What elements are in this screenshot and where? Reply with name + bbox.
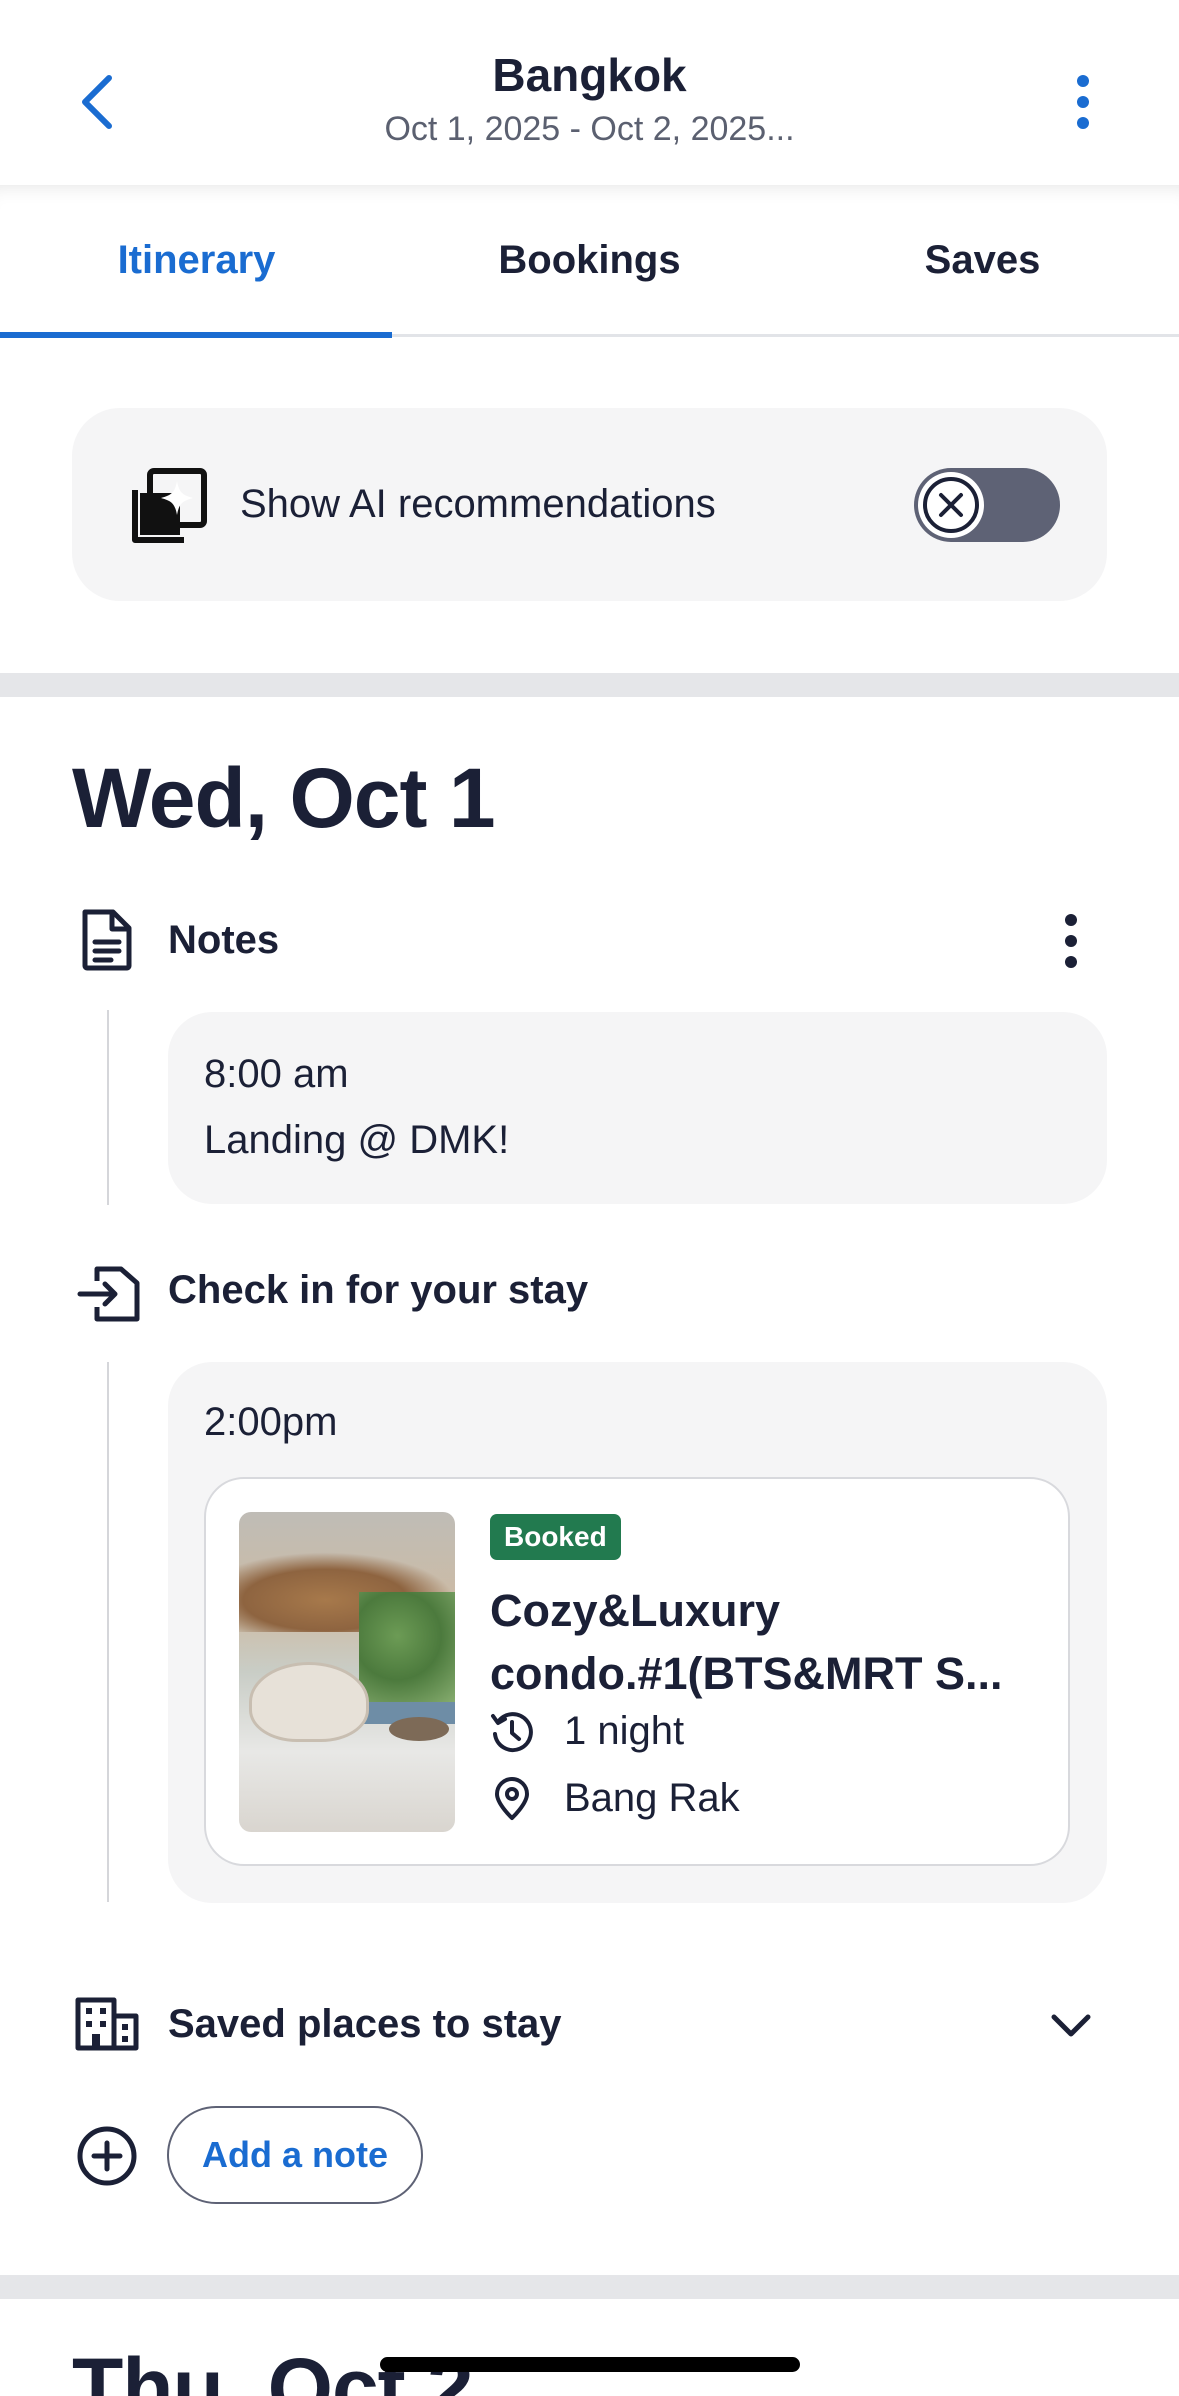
top-nav-bar: Bangkok Oct 1, 2025 - Oct 2, 2025... bbox=[0, 0, 1179, 185]
stay-location: Bang Rak bbox=[564, 1776, 740, 1820]
stay-photo bbox=[239, 1512, 455, 1832]
tab-saves[interactable]: Saves bbox=[786, 185, 1179, 335]
home-indicator bbox=[380, 2357, 800, 2372]
ai-sparkle-icon bbox=[132, 468, 207, 543]
ai-recommendations-card: Show AI recommendations bbox=[72, 408, 1107, 601]
more-options-button[interactable] bbox=[1058, 66, 1108, 138]
add-circle-icon[interactable] bbox=[76, 2125, 138, 2187]
stay-duration-row: 1 night bbox=[490, 1709, 684, 1754]
section-divider bbox=[0, 2275, 1179, 2299]
check-in-icon bbox=[74, 1258, 144, 1328]
check-in-card: 2:00pm Booked Cozy&Luxury condo.#1(BTS&M… bbox=[168, 1362, 1107, 1903]
close-icon bbox=[923, 477, 979, 533]
stay-name: Cozy&Luxury condo.#1(BTS&MRT S... bbox=[490, 1585, 1003, 1699]
timeline-line bbox=[107, 1010, 109, 1205]
chevron-down-icon[interactable] bbox=[1045, 2000, 1097, 2052]
more-vertical-icon bbox=[1065, 914, 1077, 926]
trip-dates[interactable]: Oct 1, 2025 - Oct 2, 2025... bbox=[0, 110, 1179, 149]
note-card[interactable]: 8:00 am Landing @ DMK! bbox=[168, 1012, 1107, 1204]
note-time: 8:00 am bbox=[204, 1052, 349, 1096]
notes-more-button[interactable] bbox=[1046, 905, 1096, 977]
status-badge: Booked bbox=[490, 1514, 621, 1560]
clock-history-icon bbox=[490, 1710, 534, 1754]
stay-duration: 1 night bbox=[564, 1709, 685, 1753]
building-icon bbox=[72, 1989, 142, 2059]
stay-booking-card[interactable]: Booked Cozy&Luxury condo.#1(BTS&MRT S...… bbox=[204, 1477, 1070, 1866]
check-in-time: 2:00pm bbox=[204, 1400, 338, 1444]
document-icon bbox=[72, 905, 142, 975]
day-title: Wed, Oct 1 bbox=[72, 751, 496, 845]
tab-bar: Itinerary Bookings Saves bbox=[0, 185, 1179, 338]
note-text: Landing @ DMK! bbox=[204, 1118, 510, 1162]
toggle-knob bbox=[918, 472, 984, 538]
saved-places-label[interactable]: Saved places to stay bbox=[168, 2002, 562, 2047]
ai-recommendations-toggle[interactable] bbox=[914, 468, 1060, 542]
add-note-button[interactable]: Add a note bbox=[167, 2106, 423, 2204]
notes-label: Notes bbox=[168, 918, 280, 962]
ai-recommendations-label: Show AI recommendations bbox=[240, 482, 716, 526]
section-divider bbox=[0, 673, 1179, 697]
timeline-line bbox=[107, 1362, 109, 1902]
tab-bookings[interactable]: Bookings bbox=[393, 185, 786, 335]
stay-location-row: Bang Rak bbox=[490, 1776, 740, 1821]
more-vertical-icon bbox=[1077, 75, 1089, 87]
check-in-label: Check in for your stay bbox=[168, 1268, 589, 1312]
page-title: Bangkok bbox=[492, 49, 687, 101]
tab-itinerary[interactable]: Itinerary bbox=[0, 185, 393, 338]
location-pin-icon bbox=[490, 1776, 534, 1821]
